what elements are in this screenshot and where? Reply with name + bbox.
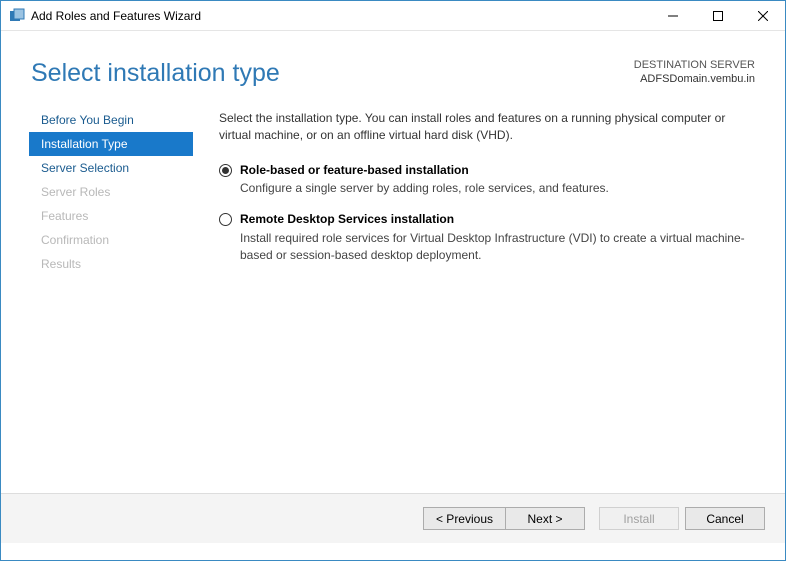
option-role-based[interactable]: Role-based or feature-based installation… bbox=[219, 162, 755, 198]
sidebar-item-installation-type[interactable]: Installation Type bbox=[29, 132, 193, 156]
page-title: Select installation type bbox=[31, 59, 280, 88]
close-button[interactable] bbox=[740, 1, 785, 30]
sidebar-item-results: Results bbox=[29, 252, 193, 276]
intro-text: Select the installation type. You can in… bbox=[219, 110, 755, 144]
sidebar-item-server-roles: Server Roles bbox=[29, 180, 193, 204]
sidebar-item-server-selection[interactable]: Server Selection bbox=[29, 156, 193, 180]
option-desc: Configure a single server by adding role… bbox=[240, 180, 755, 197]
maximize-button[interactable] bbox=[695, 1, 740, 30]
option-remote-desktop[interactable]: Remote Desktop Services installation Ins… bbox=[219, 211, 755, 263]
option-title: Remote Desktop Services installation bbox=[240, 211, 755, 228]
option-text: Role-based or feature-based installation… bbox=[240, 162, 755, 198]
footer: < Previous Next > Install Cancel bbox=[1, 493, 785, 543]
body: Before You Begin Installation Type Serve… bbox=[1, 98, 785, 493]
option-title: Role-based or feature-based installation bbox=[240, 162, 755, 179]
destination-block: DESTINATION SERVER ADFSDomain.vembu.in bbox=[634, 59, 755, 85]
minimize-button[interactable] bbox=[650, 1, 695, 30]
header: Select installation type DESTINATION SER… bbox=[1, 31, 785, 98]
previous-button[interactable]: < Previous bbox=[423, 507, 505, 530]
content-panel: Select the installation type. You can in… bbox=[201, 108, 785, 493]
sidebar: Before You Begin Installation Type Serve… bbox=[1, 108, 201, 493]
sidebar-item-features: Features bbox=[29, 204, 193, 228]
destination-server: ADFSDomain.vembu.in bbox=[634, 73, 755, 85]
radio-role-based[interactable] bbox=[219, 164, 232, 177]
window-title: Add Roles and Features Wizard bbox=[31, 9, 650, 23]
destination-label: DESTINATION SERVER bbox=[634, 59, 755, 71]
install-button: Install bbox=[599, 507, 679, 530]
titlebar: Add Roles and Features Wizard bbox=[1, 1, 785, 31]
sidebar-item-confirmation: Confirmation bbox=[29, 228, 193, 252]
nav-button-pair: < Previous Next > bbox=[423, 507, 585, 530]
cancel-button[interactable]: Cancel bbox=[685, 507, 765, 530]
next-button[interactable]: Next > bbox=[505, 507, 585, 530]
radio-remote-desktop[interactable] bbox=[219, 213, 232, 226]
option-text: Remote Desktop Services installation Ins… bbox=[240, 211, 755, 263]
app-icon bbox=[9, 8, 25, 24]
option-desc: Install required role services for Virtu… bbox=[240, 230, 755, 264]
window-controls bbox=[650, 1, 785, 30]
sidebar-item-before-you-begin[interactable]: Before You Begin bbox=[29, 108, 193, 132]
